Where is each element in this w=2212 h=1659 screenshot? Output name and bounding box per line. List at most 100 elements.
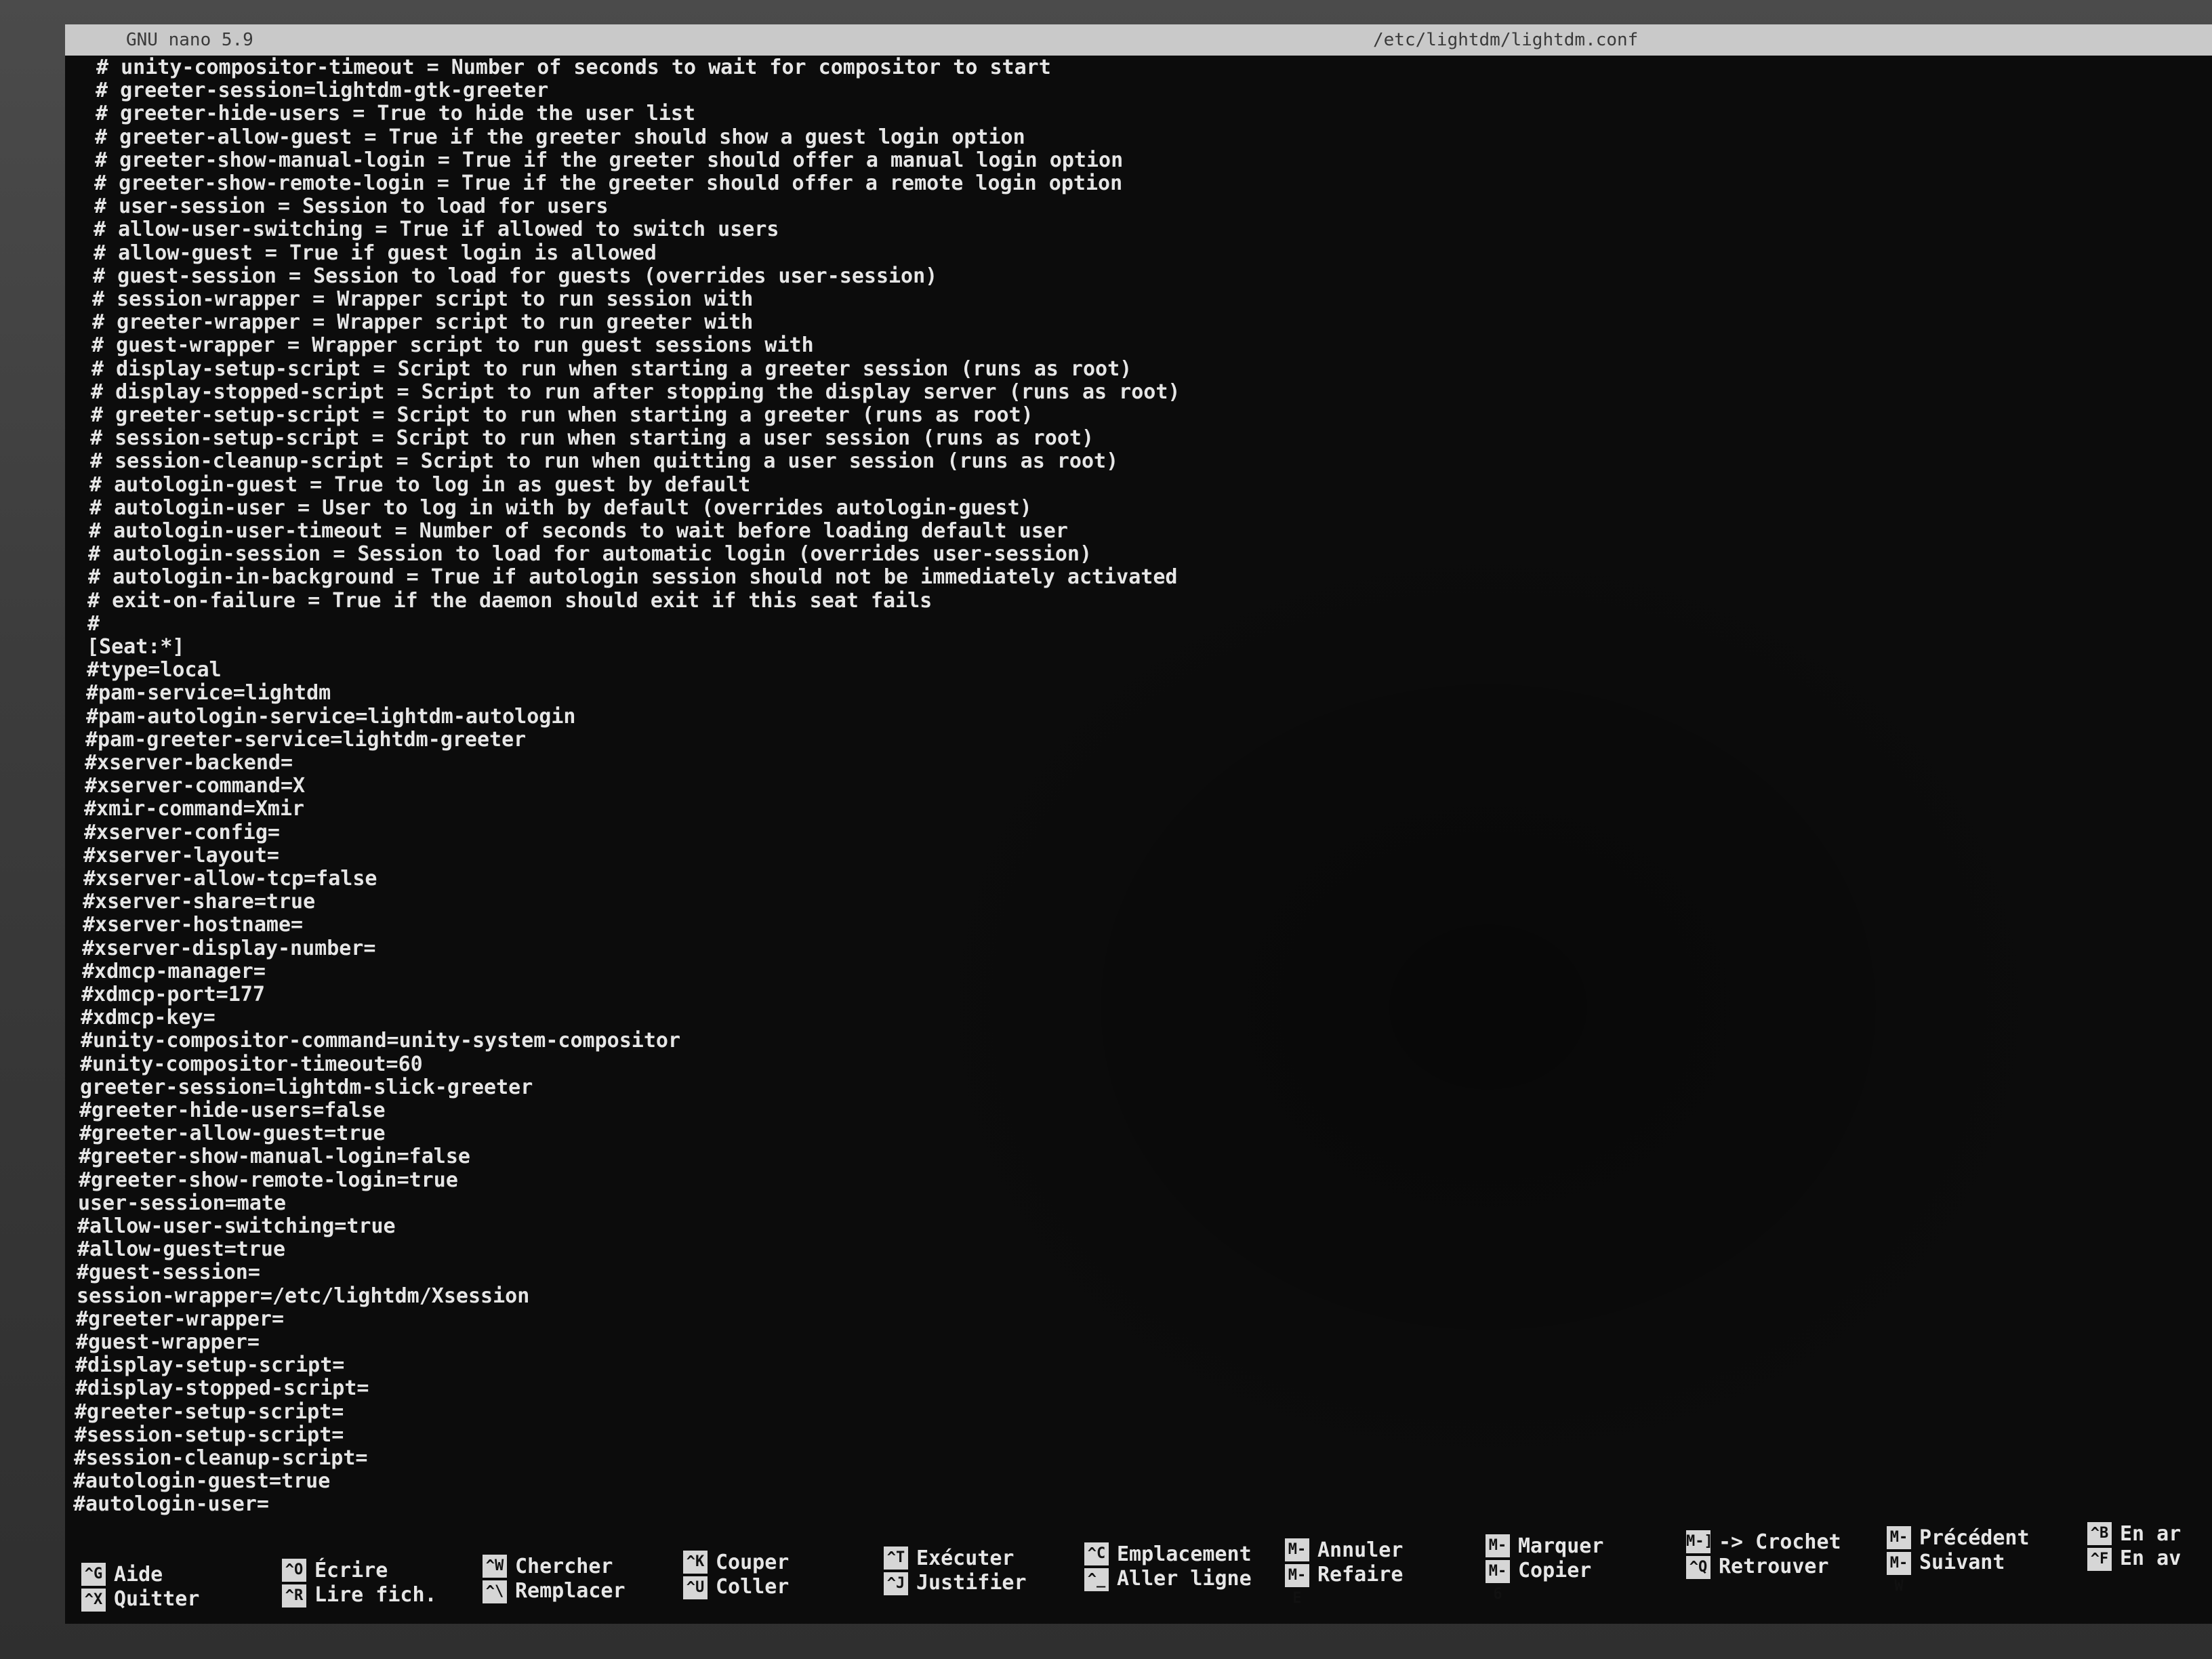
editor-line[interactable]: #allow-guest=true — [77, 1237, 285, 1262]
editor-line[interactable]: # exit-on-failure = True if the daemon s… — [87, 589, 932, 613]
shortcut-key: ^U — [683, 1576, 708, 1599]
editor-line[interactable]: # allow-guest = True if guest login is a… — [94, 241, 657, 266]
editor-line[interactable]: # greeter-show-manual-login = True if th… — [95, 148, 1123, 173]
editor-line[interactable]: # greeter-allow-guest = True if the gree… — [95, 125, 1025, 150]
editor-line[interactable]: # user-session = Session to load for use… — [94, 194, 609, 219]
editor-line[interactable]: #xserver-display-number= — [82, 937, 375, 961]
editor-line[interactable]: # unity-compositor-timeout = Number of s… — [96, 56, 1051, 80]
shortcut-label: En av — [2120, 1547, 2182, 1570]
editor-line[interactable]: #greeter-show-remote-login=true — [79, 1168, 458, 1193]
editor-line[interactable]: # display-stopped-script = Script to run… — [91, 380, 1180, 405]
editor-line[interactable]: # session-cleanup-script = Script to run… — [90, 449, 1118, 474]
editor-line[interactable]: # autologin-guest = True to log in as gu… — [89, 473, 750, 497]
editor-line[interactable]: #display-setup-script= — [75, 1353, 344, 1378]
editor-line[interactable]: # display-setup-script = Script to run w… — [91, 357, 1132, 382]
editor-line[interactable]: # session-wrapper = Wrapper script to ru… — [92, 287, 753, 312]
shortcut-item[interactable]: ^K Couper ^U Coller — [683, 1551, 880, 1605]
shortcut-label: En ar — [2120, 1522, 2182, 1546]
shortcut-key: M-U — [1285, 1538, 1309, 1581]
editor-line[interactable]: # greeter-hide-users = True to hide the … — [96, 102, 695, 126]
editor-line[interactable]: session-wrapper=/etc/lightdm/Xsession — [77, 1284, 529, 1309]
shortcut-key: M-A — [1486, 1534, 1510, 1577]
editor-line[interactable]: #greeter-hide-users=false — [79, 1099, 386, 1123]
shortcut-item[interactable]: ^G Aide ^X Quitter — [81, 1563, 278, 1617]
editor-line[interactable]: #greeter-show-manual-login=false — [79, 1145, 470, 1169]
shortcut-item[interactable]: M-A Marquer M-6 Copier — [1486, 1534, 1682, 1603]
editor-line[interactable]: #greeter-setup-script= — [75, 1400, 344, 1425]
editor-line[interactable]: # autologin-user-timeout = Number of sec… — [89, 519, 1068, 544]
editor-line[interactable]: #pam-autologin-service=lightdm-autologin — [86, 705, 575, 729]
editor-line[interactable]: #pam-service=lightdm — [86, 681, 331, 705]
editor-line[interactable]: # guest-session = Session to load for gu… — [93, 264, 937, 289]
editor-line[interactable]: #session-setup-script= — [75, 1423, 344, 1448]
editor-line[interactable]: #xserver-allow-tcp=false — [83, 867, 377, 891]
shortcut-label: Précédent — [1919, 1526, 2030, 1550]
editor-line[interactable]: #xserver-layout= — [83, 844, 279, 868]
shortcut-item[interactable]: M-] -> Crochet ^Q Retrouver — [1686, 1530, 1883, 1584]
shortcut-key: ^T — [884, 1547, 908, 1570]
editor-line[interactable]: #xserver-share=true — [83, 890, 315, 914]
editor-line[interactable]: #autologin-guest=true — [73, 1469, 330, 1494]
editor-line[interactable]: #xserver-hostname= — [83, 913, 303, 937]
editor-line[interactable]: # guest-wrapper = Wrapper script to run … — [91, 333, 814, 358]
shortcut-key: ^C — [1084, 1542, 1109, 1565]
terminal-screen[interactable]: GNU nano 5.9 /etc/lightdm/lightdm.conf #… — [65, 24, 2212, 1624]
editor-line[interactable]: #xdmcp-manager= — [82, 960, 266, 984]
editor-line[interactable]: #guest-wrapper= — [76, 1330, 260, 1355]
shortcut-key: ^W — [483, 1555, 507, 1578]
editor-line[interactable]: #xserver-command=X — [85, 774, 305, 798]
editor-line[interactable]: #greeter-allow-guest=true — [79, 1122, 386, 1146]
shortcut-key: M-Q — [1887, 1526, 1911, 1569]
editor-line[interactable]: user-session=mate — [78, 1191, 286, 1216]
editor-line[interactable]: # autologin-user = User to log in with b… — [89, 496, 1032, 520]
shortcut-label: Annuler — [1317, 1538, 1404, 1562]
editor-line[interactable]: # session-setup-script = Script to run w… — [90, 426, 1094, 451]
editor-line[interactable]: # autologin-session = Session to load fo… — [88, 542, 1092, 567]
shortcut-key: ^Q — [1686, 1556, 1711, 1579]
editor-line[interactable]: #xserver-backend= — [85, 751, 293, 775]
editor-line[interactable]: #autologin-user= — [73, 1492, 269, 1517]
editor-line[interactable]: #display-stopped-script= — [75, 1376, 369, 1401]
editor-line[interactable]: #unity-compositor-timeout=60 — [80, 1052, 423, 1077]
shortcut-label: Justifier — [916, 1571, 1027, 1595]
editor-line[interactable]: # — [87, 612, 100, 636]
editor-line[interactable]: #pam-greeter-service=lightdm-greeter — [85, 728, 526, 752]
shortcut-item[interactable]: M-U Annuler M-E Refaire — [1285, 1538, 1481, 1607]
editor-line[interactable]: # greeter-setup-script = Script to run w… — [91, 403, 1033, 428]
editor-line[interactable]: # greeter-wrapper = Wrapper script to ru… — [92, 310, 753, 335]
shortcut-label: Suivant — [1919, 1551, 2005, 1574]
shortcut-key: M-W — [1887, 1552, 1911, 1595]
shortcut-key: M-] — [1686, 1530, 1713, 1553]
shortcut-item[interactable]: M-Q Précédent M-W Suivant — [1887, 1526, 2083, 1595]
editor-line[interactable]: #guest-session= — [77, 1261, 260, 1285]
shortcut-key: ^J — [884, 1572, 908, 1595]
editor-line[interactable]: greeter-session=lightdm-slick-greeter — [80, 1076, 533, 1100]
editor-buffer[interactable]: # unity-compositor-timeout = Number of s… — [65, 56, 2212, 1540]
file-path: /etc/lightdm/lightdm.conf — [1373, 30, 1639, 50]
shortcut-key: ^X — [81, 1589, 106, 1612]
editor-line[interactable]: #xserver-config= — [84, 821, 280, 845]
editor-line[interactable]: # autologin-in-background = True if auto… — [88, 565, 1177, 590]
shortcut-item[interactable]: ^T Exécuter ^J Justifier — [884, 1547, 1080, 1601]
shortcut-label: Lire fich. — [314, 1583, 437, 1607]
shortcut-item[interactable]: ^C Emplacement ^_ Aller ligne — [1084, 1542, 1281, 1597]
editor-line[interactable]: # greeter-session=lightdm-gtk-greeter — [96, 79, 548, 103]
editor-line[interactable]: #xdmcp-port=177 — [81, 983, 265, 1007]
shortcut-key: M-6 — [1486, 1560, 1510, 1603]
editor-line[interactable]: #allow-user-switching=true — [77, 1214, 396, 1239]
editor-line[interactable]: #session-cleanup-script= — [74, 1446, 367, 1471]
editor-line[interactable]: #xmir-command=Xmir — [84, 797, 304, 821]
editor-line[interactable]: #unity-compositor-command=unity-system-c… — [81, 1029, 680, 1053]
shortcut-label: Quitter — [114, 1587, 200, 1611]
editor-line[interactable]: # allow-user-switching = True if allowed… — [94, 218, 779, 242]
editor-line[interactable]: [Seat:*] — [87, 635, 185, 659]
editor-line[interactable]: #type=local — [87, 658, 222, 682]
shortcut-item[interactable]: ^B En ar ^F En av — [2087, 1522, 2212, 1576]
shortcut-item[interactable]: ^O Écrire ^R Lire fich. — [282, 1559, 478, 1613]
shortcut-key: ^F — [2087, 1548, 2112, 1571]
shortcut-label: Écrire — [314, 1559, 388, 1582]
editor-line[interactable]: #greeter-wrapper= — [76, 1307, 284, 1332]
editor-line[interactable]: #xdmcp-key= — [81, 1006, 216, 1030]
shortcut-item[interactable]: ^W Chercher ^\ Remplacer — [483, 1555, 679, 1609]
editor-line[interactable]: # greeter-show-remote-login = True if th… — [94, 171, 1122, 196]
